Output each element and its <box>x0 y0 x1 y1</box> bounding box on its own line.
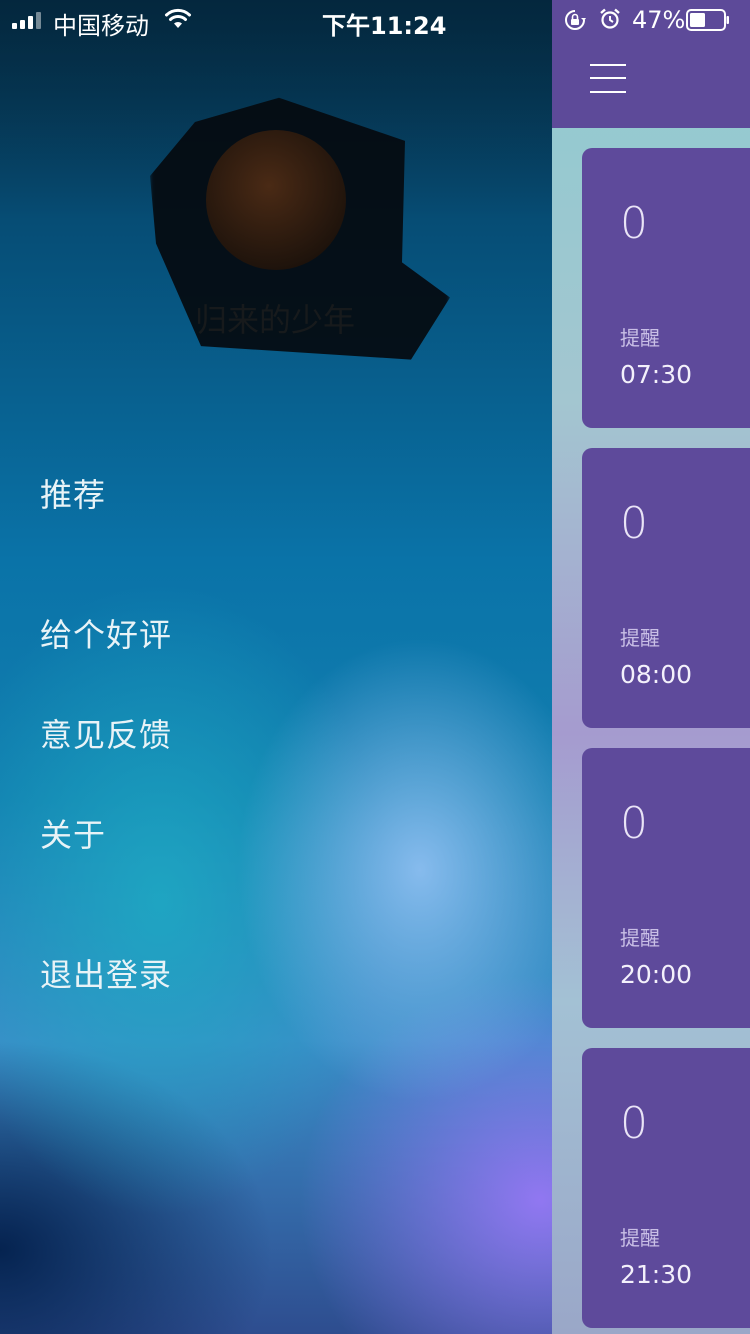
reminder-count: 0 <box>620 198 648 249</box>
reminder-label: 提醒 <box>620 326 660 350</box>
menu-item-logout[interactable]: 退出登录 <box>40 950 172 996</box>
reminder-label: 提醒 <box>620 926 660 950</box>
reminder-label: 提醒 <box>620 626 660 650</box>
menu-item-rate[interactable]: 给个好评 <box>40 610 172 656</box>
avatar[interactable] <box>206 130 346 270</box>
username: 归来的少年 <box>194 301 355 339</box>
menu-item-feedback[interactable]: 意见反馈 <box>40 710 172 756</box>
status-bar: 中国移动 下午11:24 47% <box>0 0 750 40</box>
reminder-time: 20:00 <box>620 960 693 989</box>
reminder-card[interactable]: 0 提醒 08:00 <box>582 448 750 728</box>
reminder-count: 0 <box>620 798 648 849</box>
hamburger-menu-icon[interactable] <box>590 64 626 96</box>
rotation-lock-icon <box>565 10 586 30</box>
reminder-time: 07:30 <box>620 360 693 389</box>
reminder-card[interactable]: 0 提醒 20:00 <box>582 748 750 1028</box>
menu-item-about[interactable]: 关于 <box>40 810 106 856</box>
battery-percent: 47% <box>632 6 686 34</box>
battery-icon <box>686 9 729 31</box>
main-panel: 0 提醒 07:30 0 提醒 08:00 0 提醒 20:00 0 提醒 21… <box>552 0 750 1334</box>
profile-area[interactable]: 归来的少年 <box>150 95 450 365</box>
wifi-icon <box>165 8 191 28</box>
reminder-time: 08:00 <box>620 660 693 689</box>
side-drawer: 归来的少年 推荐 给个好评 意见反馈 关于 退出登录 <box>0 0 552 1334</box>
menu-item-recommend[interactable]: 推荐 <box>40 470 106 516</box>
clock: 下午11:24 <box>322 12 447 40</box>
reminder-count: 0 <box>620 1098 648 1149</box>
reminder-time: 21:30 <box>620 1260 693 1289</box>
reminder-label: 提醒 <box>620 1226 660 1250</box>
alarm-icon <box>600 8 620 29</box>
carrier-name: 中国移动 <box>53 12 149 40</box>
reminder-count: 0 <box>620 498 648 549</box>
reminder-card[interactable]: 0 提醒 21:30 <box>582 1048 750 1328</box>
reminder-card[interactable]: 0 提醒 07:30 <box>582 148 750 428</box>
signal-icon <box>12 12 46 29</box>
